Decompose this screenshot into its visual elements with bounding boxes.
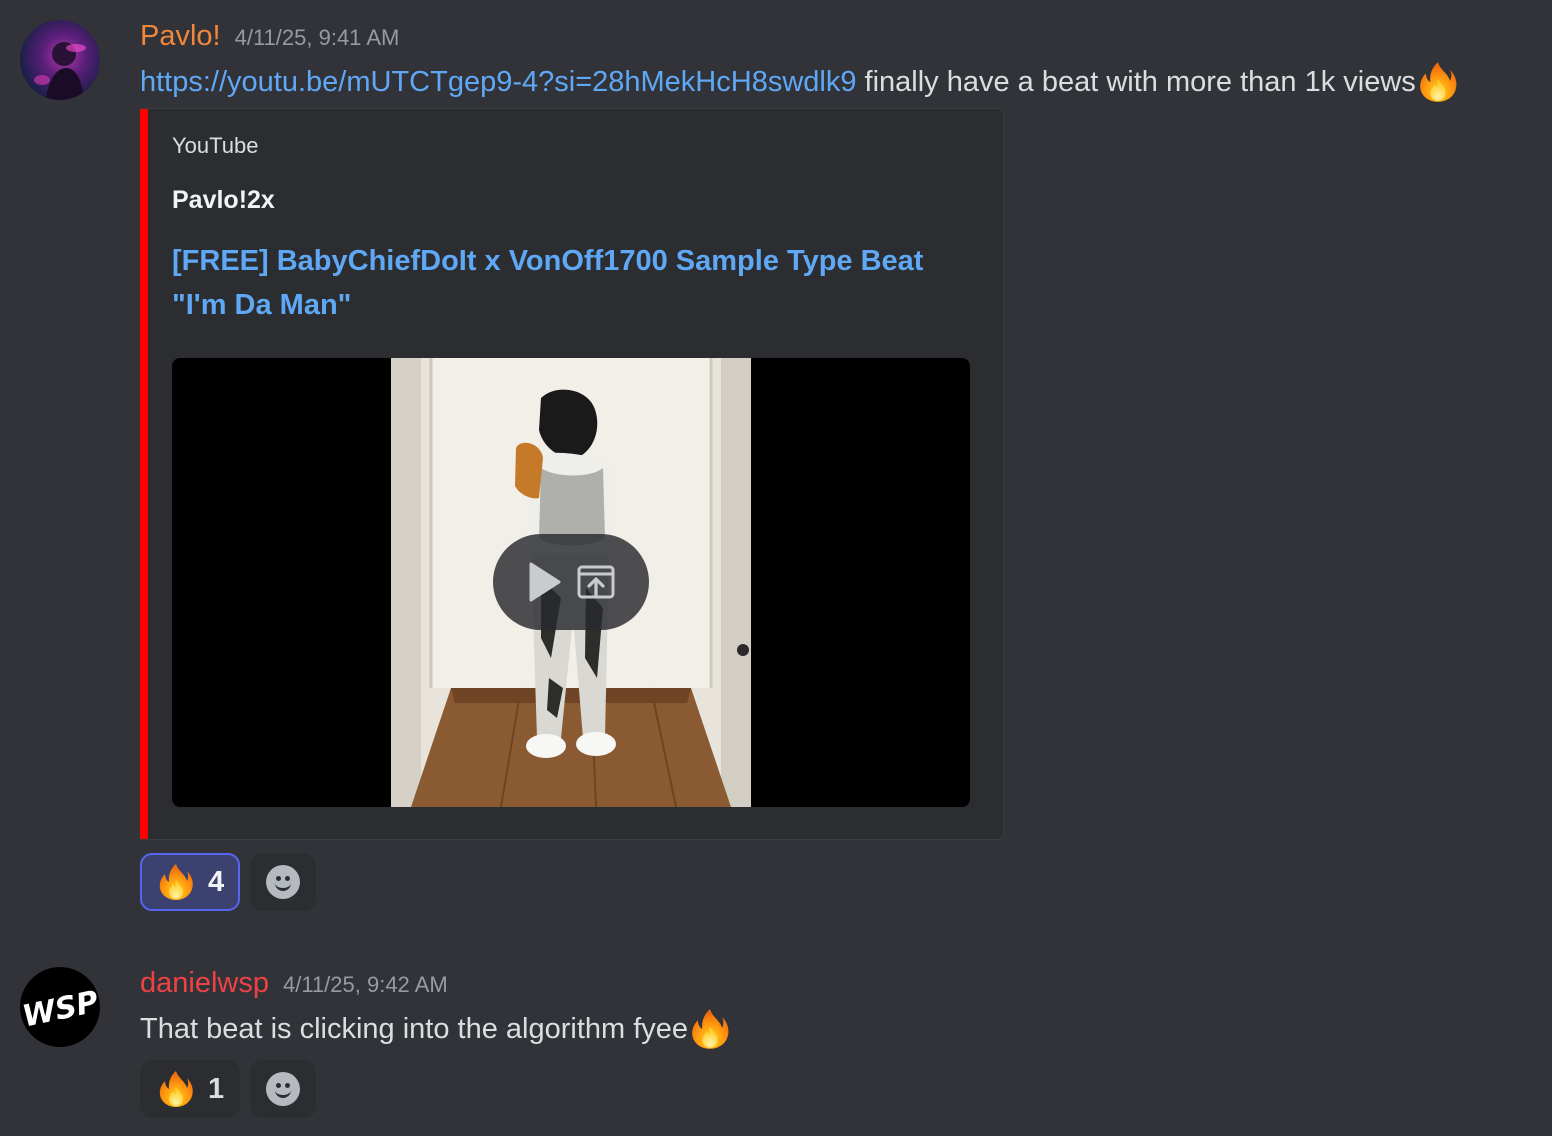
- reactions-bar: 4: [140, 853, 317, 911]
- embed-provider[interactable]: YouTube: [172, 133, 258, 159]
- avatar[interactable]: WSP: [20, 967, 100, 1047]
- reaction-fire[interactable]: 1: [140, 1060, 241, 1118]
- add-reaction-button[interactable]: [250, 853, 317, 911]
- reaction-count: 1: [208, 1072, 225, 1105]
- embed-author[interactable]: Pavlo!2x: [172, 186, 275, 215]
- timestamp: 4/11/25, 9:42 AM: [282, 972, 448, 997]
- embed-color-bar: [140, 109, 148, 839]
- message-text: finally have a beat with more than 1k vi…: [856, 65, 1416, 98]
- avatar[interactable]: [20, 20, 100, 100]
- reaction-count: 4: [208, 865, 225, 898]
- message-text: That beat is clicking into the algorithm…: [140, 1012, 689, 1045]
- open-external-icon[interactable]: [577, 565, 615, 599]
- play-icon[interactable]: [527, 562, 561, 602]
- avatar-image: [34, 42, 86, 100]
- youtube-embed: YouTube Pavlo!2x [FREE] BabyChiefDoIt x …: [140, 108, 1004, 840]
- message-content: That beat is clicking into the algorithm…: [140, 1007, 732, 1051]
- fire-emoji-icon: [688, 1007, 732, 1051]
- fire-emoji-icon: [156, 1069, 196, 1109]
- message-content: https://youtu.be/mUTCTgep9-4?si=28hMekHc…: [140, 60, 1460, 104]
- fire-emoji-icon: [156, 862, 196, 902]
- avatar-image: WSP: [20, 984, 100, 1034]
- embed-title-link[interactable]: [FREE] BabyChiefDoIt x VonOff1700 Sample…: [172, 239, 962, 327]
- svg-text:WSP: WSP: [20, 984, 100, 1034]
- smiley-icon: [266, 1072, 301, 1106]
- reaction-fire[interactable]: 4: [140, 853, 241, 911]
- reactions-bar: 1: [140, 1060, 317, 1118]
- timestamp: 4/11/25, 9:41 AM: [234, 25, 400, 50]
- smiley-icon: [266, 865, 301, 899]
- username[interactable]: danielwsp: [140, 967, 269, 1000]
- fire-emoji-icon: [1416, 60, 1460, 104]
- username[interactable]: Pavlo!: [140, 20, 221, 53]
- add-reaction-button[interactable]: [250, 1060, 317, 1118]
- video-player[interactable]: [172, 358, 970, 807]
- message-link[interactable]: https://youtu.be/mUTCTgep9-4?si=28hMekHc…: [140, 66, 856, 99]
- play-controls[interactable]: [493, 534, 649, 630]
